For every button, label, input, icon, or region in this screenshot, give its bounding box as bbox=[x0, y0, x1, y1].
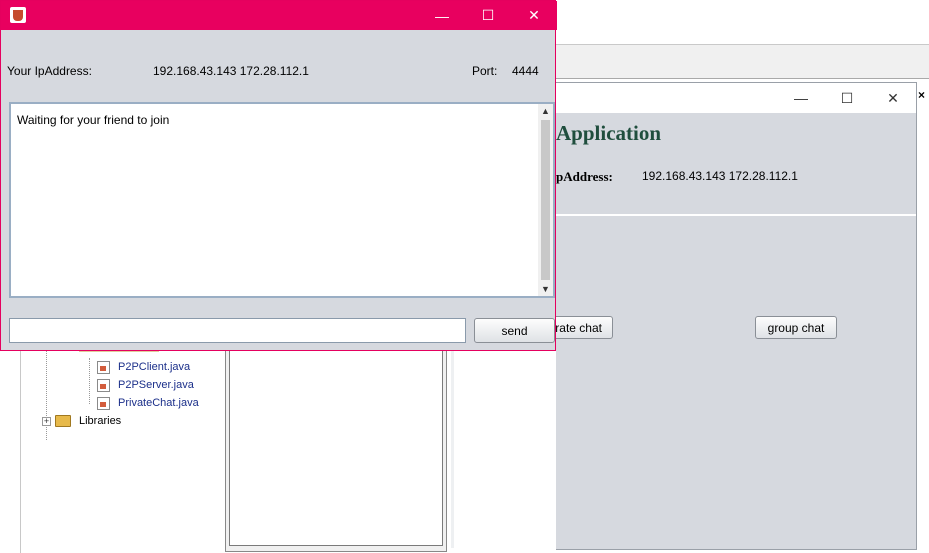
tree-item-label: Libraries bbox=[79, 415, 122, 427]
java-file-icon bbox=[97, 378, 110, 392]
close-icon[interactable]: ✕ bbox=[511, 1, 557, 30]
app-window-titlebar: — ☐ ✕ bbox=[556, 83, 916, 113]
tree-item-p2pclient[interactable]: P2PClient.java bbox=[97, 359, 190, 375]
minimize-icon[interactable]: — bbox=[419, 1, 465, 30]
app-ip-value: 192.168.43.143 172.28.112.1 bbox=[642, 169, 798, 183]
message-input[interactable] bbox=[9, 318, 466, 343]
minimize-icon[interactable]: — bbox=[778, 83, 824, 113]
ide-tab-bar bbox=[556, 45, 929, 79]
chat-message: Waiting for your friend to join bbox=[17, 113, 170, 127]
tree-item-label: P2PServer.java bbox=[118, 379, 194, 391]
app-window: — ☐ ✕ Application pAddress: 192.168.43.1… bbox=[542, 82, 917, 550]
ide-center-list bbox=[229, 348, 443, 546]
java-file-icon bbox=[97, 396, 110, 410]
scroll-up-icon[interactable]: ▲ bbox=[538, 104, 553, 118]
scroll-down-icon[interactable]: ▼ bbox=[538, 282, 553, 296]
chat-window: — ☐ ✕ Your IpAddress: 192.168.43.143 172… bbox=[0, 0, 557, 351]
group-chat-button[interactable]: group chat bbox=[755, 316, 837, 339]
app-ip-label: pAddress: bbox=[556, 169, 613, 184]
ip-label: Your IpAddress: bbox=[7, 64, 92, 78]
tree-guide-line bbox=[89, 358, 90, 404]
maximize-icon[interactable]: ☐ bbox=[824, 83, 870, 113]
chat-history[interactable]: Waiting for your friend to join ▲ ▼ bbox=[9, 102, 555, 298]
libraries-folder-icon bbox=[55, 415, 71, 427]
port-label: Port: bbox=[472, 64, 498, 78]
chat-scrollbar[interactable]: ▲ ▼ bbox=[538, 104, 553, 296]
maximize-icon[interactable]: ☐ bbox=[465, 1, 511, 30]
app-heading: Application bbox=[556, 121, 662, 145]
tree-item-libraries[interactable]: + Libraries bbox=[42, 413, 121, 429]
ip-value: 192.168.43.143 172.28.112.1 bbox=[153, 64, 309, 78]
port-value: 4444 bbox=[512, 64, 539, 78]
app-button-panel: rate chat group chat bbox=[542, 216, 916, 549]
close-icon[interactable]: ✕ bbox=[870, 83, 916, 113]
tree-item-p2pserver[interactable]: P2PServer.java bbox=[97, 377, 194, 393]
chat-window-titlebar: — ☐ ✕ bbox=[1, 1, 557, 30]
scrollbar-thumb[interactable] bbox=[541, 120, 550, 280]
tree-item-label: PrivateChat.java bbox=[118, 397, 199, 409]
project-tree: P2PClient.java P2PServer.java PrivateCha… bbox=[20, 330, 226, 553]
tree-item-privatechat[interactable]: PrivateChat.java bbox=[97, 395, 199, 411]
expand-icon[interactable]: + bbox=[42, 416, 51, 426]
java-icon bbox=[10, 7, 26, 23]
ide-tab-close-icon[interactable]: × bbox=[918, 88, 925, 102]
tree-item-label: P2PClient.java bbox=[118, 361, 191, 373]
send-button[interactable]: send bbox=[474, 318, 555, 343]
java-file-icon bbox=[97, 360, 110, 374]
